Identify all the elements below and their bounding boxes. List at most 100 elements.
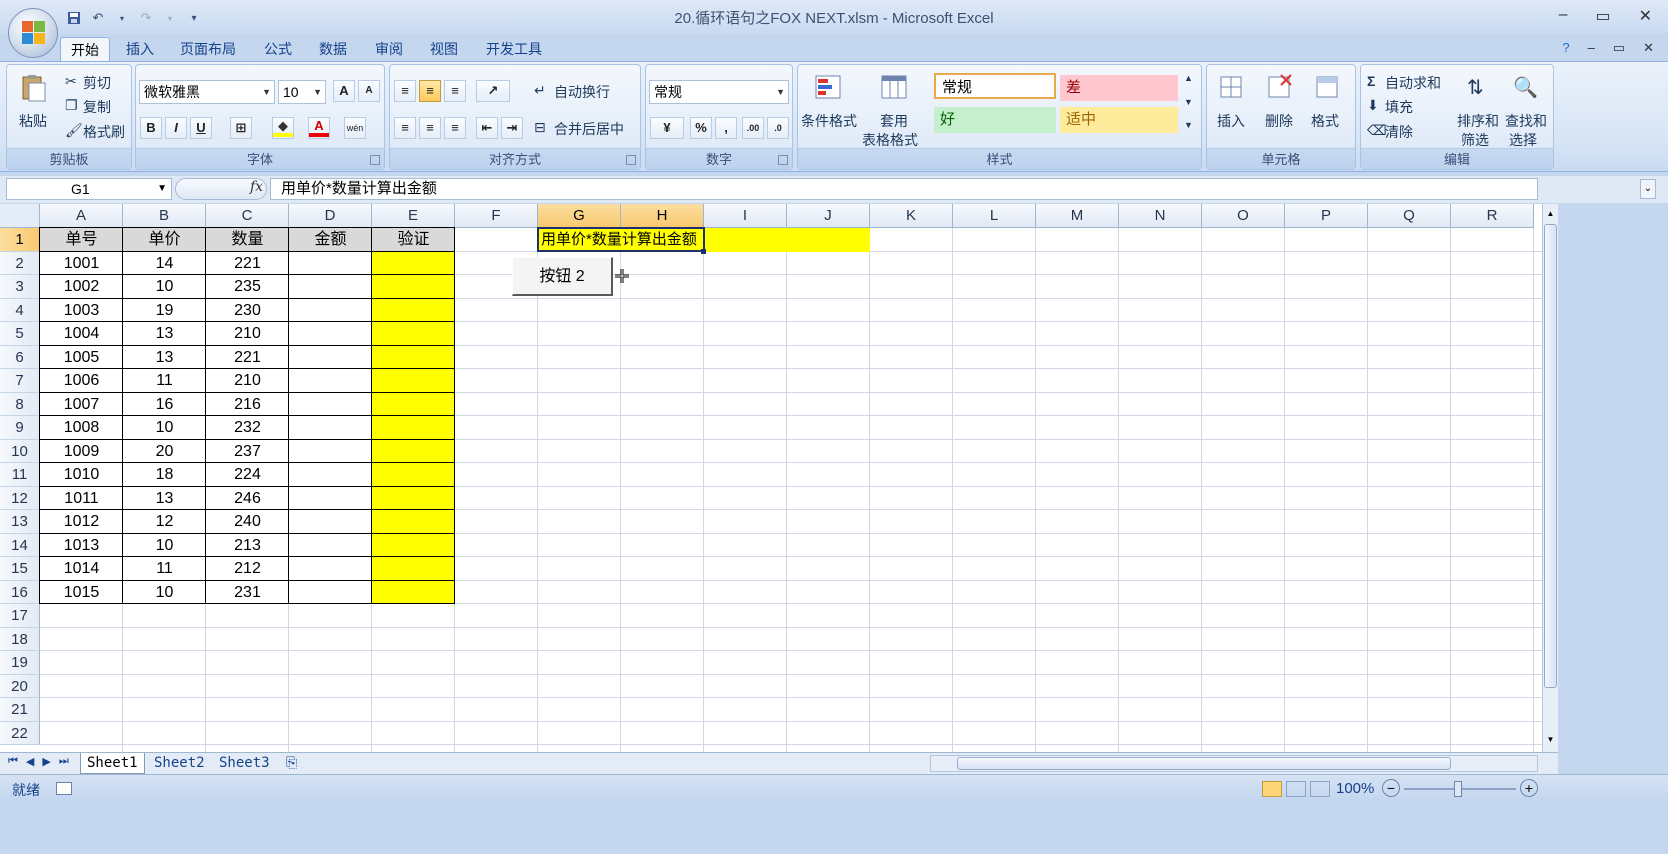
- clear-button[interactable]: 清除: [1385, 122, 1413, 142]
- column-header-j[interactable]: J: [787, 204, 870, 228]
- page-layout-view-icon[interactable]: [1286, 781, 1306, 797]
- table-cell[interactable]: 246: [206, 486, 289, 510]
- decrease-indent-icon[interactable]: ⇤: [476, 117, 498, 139]
- format-cells-icon[interactable]: [1313, 73, 1343, 103]
- formula-input[interactable]: 用单价*数量计算出金额: [270, 178, 1538, 200]
- first-sheet-icon[interactable]: ⏮: [8, 755, 18, 768]
- table-cell[interactable]: 11: [123, 369, 206, 393]
- increase-indent-icon[interactable]: ⇥: [501, 117, 523, 139]
- last-sheet-icon[interactable]: ⏭: [59, 755, 69, 768]
- prev-sheet-icon[interactable]: ◀: [26, 755, 34, 768]
- increase-decimal-icon[interactable]: .00: [742, 117, 764, 139]
- styles-scroll-up-icon[interactable]: ▲: [1184, 73, 1193, 83]
- sort-filter-icon[interactable]: ⇅: [1467, 75, 1484, 100]
- tab-home[interactable]: 开始: [60, 37, 110, 62]
- column-header-l[interactable]: L: [953, 204, 1036, 228]
- table-cell[interactable]: 16: [123, 392, 206, 416]
- verify-cell[interactable]: [372, 416, 455, 440]
- style-bad[interactable]: 差: [1060, 75, 1178, 101]
- scroll-down-icon[interactable]: ▼: [1544, 734, 1557, 746]
- horizontal-scrollbar[interactable]: [930, 755, 1538, 772]
- row-header-22[interactable]: 22: [0, 721, 40, 745]
- verify-cell[interactable]: [372, 369, 455, 393]
- align-top-icon[interactable]: ≡: [394, 80, 416, 102]
- phonetic-button[interactable]: wén: [344, 117, 366, 139]
- row-header-1[interactable]: 1: [0, 228, 40, 252]
- row-header-15[interactable]: 15: [0, 557, 40, 581]
- table-cell[interactable]: 240: [206, 510, 289, 534]
- underline-button[interactable]: U: [190, 117, 212, 139]
- format-as-table-line1[interactable]: 套用: [880, 111, 908, 131]
- worksheet-grid[interactable]: A B C D E F G H I J K L M N O P Q R 1 2 3 4 5 6 7 8 9 10 11 12 13 14 15 1…: [0, 204, 1542, 752]
- find-select-line2[interactable]: 选择: [1509, 130, 1537, 150]
- sheet-tab-1[interactable]: Sheet1: [80, 753, 145, 774]
- autosum-icon[interactable]: Σ: [1367, 73, 1375, 89]
- vertical-scrollbar[interactable]: ▲ ▼: [1542, 204, 1558, 752]
- table-cell[interactable]: 221: [206, 251, 289, 275]
- font-color-button[interactable]: A: [308, 117, 330, 139]
- scissors-icon[interactable]: ✂: [65, 73, 77, 90]
- table-cell[interactable]: 1011: [40, 486, 123, 510]
- table-cell[interactable]: 210: [206, 322, 289, 346]
- column-header-a[interactable]: A: [40, 204, 123, 228]
- comma-button[interactable]: ,: [715, 117, 737, 139]
- amount-cell[interactable]: [289, 486, 372, 510]
- table-header-cell[interactable]: 单号: [40, 228, 123, 252]
- verify-cell[interactable]: [372, 439, 455, 463]
- align-left-icon[interactable]: ≡: [394, 117, 416, 139]
- column-header-o[interactable]: O: [1202, 204, 1285, 228]
- copy-button[interactable]: 复制: [83, 97, 111, 117]
- verify-cell[interactable]: [372, 557, 455, 581]
- restore-button[interactable]: ▭: [1595, 6, 1610, 26]
- table-cell[interactable]: 11: [123, 557, 206, 581]
- verify-cell[interactable]: [372, 486, 455, 510]
- help-icon[interactable]: ?: [1562, 40, 1569, 56]
- tab-developer[interactable]: 开发工具: [476, 37, 552, 62]
- table-cell[interactable]: 237: [206, 439, 289, 463]
- column-header-i[interactable]: I: [704, 204, 787, 228]
- row-header-14[interactable]: 14: [0, 533, 40, 557]
- table-cell[interactable]: 1008: [40, 416, 123, 440]
- eraser-icon[interactable]: ⌫: [1367, 122, 1387, 139]
- macro-record-icon[interactable]: [56, 782, 72, 795]
- table-cell[interactable]: 1015: [40, 580, 123, 604]
- number-format-combo[interactable]: 常规 ▼: [649, 80, 789, 104]
- row-header-2[interactable]: 2: [0, 251, 40, 275]
- tab-insert[interactable]: 插入: [116, 37, 164, 62]
- font-dialog-launcher-icon[interactable]: [370, 155, 380, 165]
- zoom-in-icon[interactable]: +: [1520, 779, 1538, 797]
- horizontal-scroll-thumb[interactable]: [957, 757, 1451, 770]
- table-cell[interactable]: 1002: [40, 275, 123, 299]
- table-cell[interactable]: 1010: [40, 463, 123, 487]
- amount-cell[interactable]: [289, 275, 372, 299]
- column-header-d[interactable]: D: [289, 204, 372, 228]
- table-cell[interactable]: 13: [123, 345, 206, 369]
- tab-review[interactable]: 审阅: [365, 37, 413, 62]
- column-header-f[interactable]: F: [455, 204, 538, 228]
- verify-cell[interactable]: [372, 510, 455, 534]
- row-header-11[interactable]: 11: [0, 463, 40, 487]
- verify-cell[interactable]: [372, 345, 455, 369]
- percent-button[interactable]: %: [690, 117, 712, 139]
- table-cell[interactable]: 20: [123, 439, 206, 463]
- table-cell[interactable]: 1006: [40, 369, 123, 393]
- column-header-g[interactable]: G: [538, 204, 621, 228]
- table-header-cell[interactable]: 验证: [372, 228, 455, 252]
- verify-cell[interactable]: [372, 251, 455, 275]
- delete-button[interactable]: 删除: [1265, 111, 1293, 131]
- ribbon-minimize-icon[interactable]: –: [1588, 40, 1595, 56]
- wrap-text-icon[interactable]: ↵: [534, 82, 546, 99]
- verify-cell[interactable]: [372, 533, 455, 557]
- table-cell[interactable]: 1009: [40, 439, 123, 463]
- table-cell[interactable]: 1012: [40, 510, 123, 534]
- format-button[interactable]: 格式: [1311, 111, 1339, 131]
- verify-cell[interactable]: [372, 298, 455, 322]
- align-right-icon[interactable]: ≡: [444, 117, 466, 139]
- table-cell[interactable]: 18: [123, 463, 206, 487]
- table-cell[interactable]: 221: [206, 345, 289, 369]
- column-header-e[interactable]: E: [372, 204, 455, 228]
- table-cell[interactable]: 1007: [40, 392, 123, 416]
- office-button[interactable]: [8, 8, 58, 58]
- row-header-6[interactable]: 6: [0, 345, 40, 369]
- tab-page-layout[interactable]: 页面布局: [170, 37, 246, 62]
